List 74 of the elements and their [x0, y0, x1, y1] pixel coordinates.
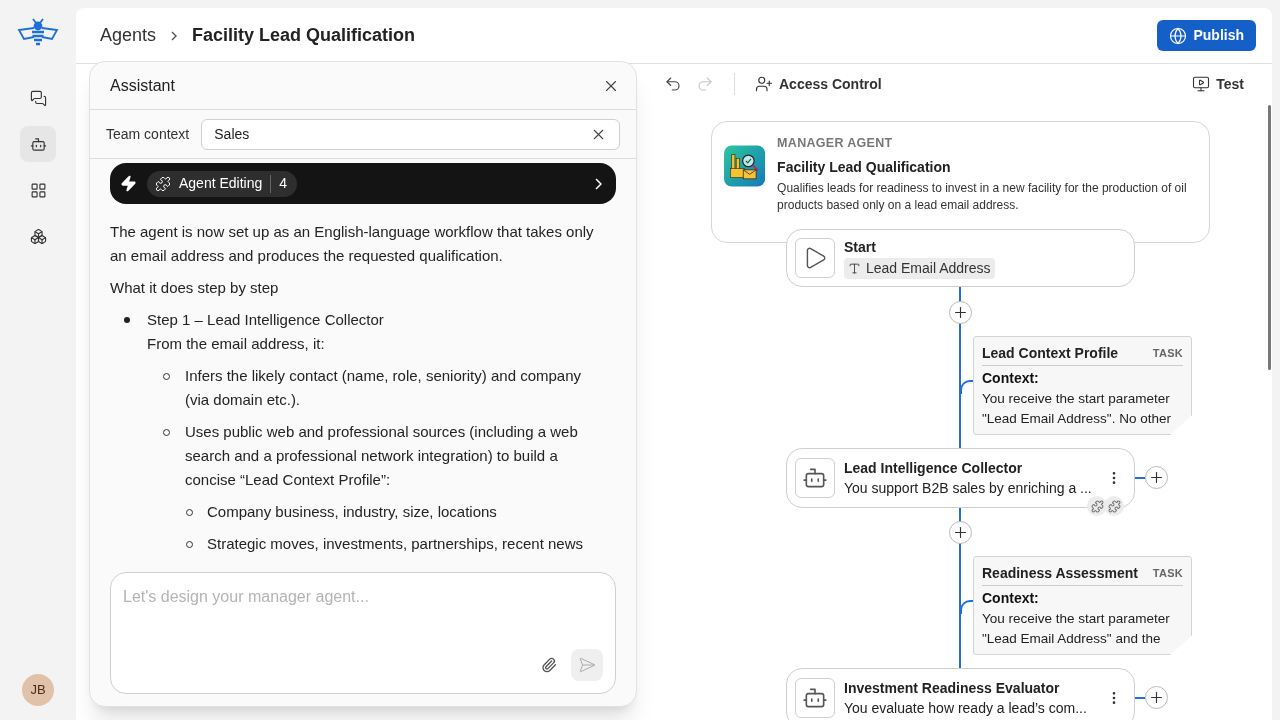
team-context-label: Team context	[106, 124, 190, 144]
agent-node[interactable]: Investment Readiness Evaluator You evaluate how ready a lead’s com...	[786, 668, 1135, 720]
screen-play-icon	[1192, 75, 1211, 93]
task-label: TASK	[1152, 566, 1183, 582]
add-step-button[interactable]	[949, 521, 972, 544]
list-item-text: Company business, industry, size, locations	[207, 502, 497, 522]
plus-icon	[1148, 469, 1165, 486]
breadcrumb-link[interactable]: Agents	[100, 22, 157, 49]
nav-item[interactable]	[20, 126, 56, 162]
test-button[interactable]: Test	[1192, 73, 1244, 95]
task-note[interactable]: Lead Context Profile TASK Context: You receive the start parameter "Lead Email Address". No other	[973, 336, 1192, 435]
list-item-text: Strategic moves, investments, partnerships, recent news	[207, 534, 583, 554]
puzzle-icon	[155, 175, 171, 192]
manager-description: Qualifies leads for readiness to invest in a new facility for the production of oil products based only on a lead email address.	[777, 179, 1188, 214]
lightning-icon	[120, 175, 137, 192]
agent-title: Lead Intelligence Collector	[844, 459, 1024, 478]
scrollbar[interactable]	[1268, 105, 1271, 370]
plus-icon	[1148, 689, 1165, 706]
user-avatar[interactable]: JB	[22, 674, 54, 706]
skill-label: Agent Editing	[179, 174, 263, 193]
bullet-icon	[124, 317, 130, 323]
text-type-icon	[848, 262, 861, 275]
send-icon	[578, 656, 596, 674]
skill-chip[interactable]: Agent Editing 4	[147, 170, 298, 197]
parameter-chip: Lead Email Address	[844, 258, 995, 279]
task-heading: Context:	[982, 589, 1040, 608]
agent-description: You support B2B sales by enriching a ...	[844, 479, 1093, 498]
task-title: Readiness Assessment	[982, 564, 1138, 583]
task-note[interactable]: Readiness Assessment TASK Context: You receive the start parameter "Lead Email Address" and the	[973, 556, 1192, 655]
chat-icon	[29, 89, 47, 107]
publish-button[interactable]: Publish	[1157, 20, 1256, 51]
page-title: Facility Lead Qualification	[192, 24, 416, 47]
boxes-icon	[29, 227, 47, 245]
task-title: Lead Context Profile	[982, 344, 1119, 363]
puzzle-icon	[1104, 496, 1124, 516]
plus-icon	[952, 304, 969, 321]
add-step-button[interactable]	[1145, 686, 1168, 709]
add-step-button[interactable]	[949, 301, 972, 324]
manager-card[interactable]: MANAGER AGENT Facility Lead Qualification Qualifies leads for readiness to invest in a new facility for the production of oil products based only on a lead email address.	[711, 121, 1210, 243]
message-input[interactable]: Let's design your manager agent...	[123, 585, 603, 649]
agent-node[interactable]: Lead Intelligence Collector You support B2B sales by enriching a ...	[786, 448, 1135, 508]
message-paragraph: The agent is now set up as an English-language workflow that takes only an email address and produces the requested qualification.	[110, 222, 595, 266]
task-text: You receive the start parameter "Lead Email Address" and the	[982, 610, 1171, 648]
undo-button[interactable]	[664, 75, 682, 93]
user-add-icon	[755, 75, 773, 93]
chevron-icon	[170, 29, 179, 42]
add-step-button[interactable]	[1145, 466, 1168, 489]
plus-icon	[952, 524, 969, 541]
composer-field[interactable]: Let's design your manager agent...	[110, 572, 616, 694]
manager-kicker: MANAGER AGENT	[777, 135, 894, 152]
message-paragraph: What it does step by step	[110, 278, 280, 298]
task-heading: Context:	[982, 369, 1040, 388]
skill-count: 4	[279, 174, 288, 193]
attach-button[interactable]	[541, 657, 557, 673]
manager-title: Facility Lead Qualification	[777, 157, 952, 177]
list-item-text: Step 1 – Lead Intelligence Collector	[147, 310, 385, 330]
chevron-right-icon	[594, 177, 602, 190]
task-label: TASK	[1152, 346, 1183, 362]
list-item-detail: From the email address, it:	[147, 334, 326, 354]
redo-icon	[696, 75, 714, 93]
start-node[interactable]: Start Lead Email Address	[786, 229, 1135, 287]
agent-description: You evaluate how ready a lead’s com...	[844, 699, 1088, 718]
skill-bar[interactable]: Agent Editing 4	[110, 163, 616, 204]
list-item-text: Infers the likely contact (name, role, seniority) and company (via domain etc.).	[185, 366, 582, 410]
task-text: You receive the start parameter "Lead Email Address". No other	[982, 390, 1172, 428]
undo-icon	[664, 75, 682, 93]
team-context-field[interactable]: Sales	[201, 118, 620, 150]
paperclip-icon	[541, 657, 557, 673]
list-item-text: Uses public web and professional sources (including a web search and a professional network integration) to build a concise “Lead Context Profile”:	[185, 422, 579, 490]
agent-title: Investment Readiness Evaluator	[844, 679, 1061, 698]
panel-title: Assistant	[110, 75, 175, 96]
globe-icon	[1169, 26, 1188, 45]
bot-icon	[29, 135, 47, 153]
access-control-button[interactable]: Access Control	[755, 73, 882, 95]
